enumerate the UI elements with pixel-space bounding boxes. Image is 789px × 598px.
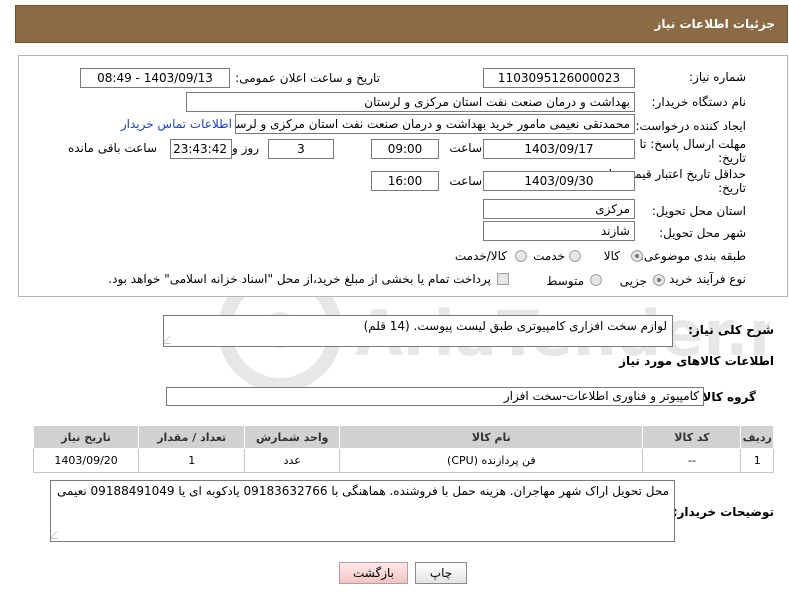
remaining-time-field[interactable]: 23:43:42 xyxy=(170,139,232,159)
resize-grip-icon[interactable] xyxy=(162,336,178,344)
goods-group-label: گروه کالا: xyxy=(697,390,756,404)
goods-table-header: ردیف کد کالا نام کالا واحد شمارش تعداد /… xyxy=(32,425,774,449)
page-title: جزئیات اطلاعات نیاز xyxy=(654,17,775,31)
creator-label: ایجاد کننده درخواست: xyxy=(635,119,746,133)
cell-date: 1403/09/20 xyxy=(32,448,140,473)
payment-checkbox[interactable] xyxy=(497,273,509,285)
announce-field[interactable]: 1403/09/13 - 08:49 xyxy=(80,68,230,88)
goods-table: ردیف کد کالا نام کالا واحد شمارش تعداد /… xyxy=(32,425,774,473)
remaining-label: ساعت باقی مانده xyxy=(67,141,157,155)
description-text: لوازم سخت افزاری کامپیوتری طبق لیست پیوس… xyxy=(363,319,667,333)
category-option-goods: کالا xyxy=(603,249,620,263)
process-radio-medium[interactable] xyxy=(590,274,602,286)
back-button[interactable]: بازگشت xyxy=(339,562,408,584)
col-qty: تعداد / مقدار xyxy=(138,425,246,449)
description-label: شرح کلی نیاز: xyxy=(688,323,774,337)
deadline-time-label: ساعت xyxy=(449,141,482,155)
validity-label-date: تاریخ: xyxy=(718,181,746,195)
category-radio-goods-service[interactable] xyxy=(515,250,527,262)
validity-date-field[interactable]: 1403/09/30 xyxy=(483,171,635,191)
payment-note: پرداخت تمام یا بخشی از مبلغ خرید،از محل … xyxy=(108,272,491,286)
category-label: طبقه بندی موضوعی: xyxy=(639,249,746,263)
col-date: تاریخ نیاز xyxy=(32,425,140,449)
announce-label: تاریخ و ساعت اعلان عمومی: xyxy=(235,71,380,85)
deadline-label: مهلت ارسال پاسخ: تا xyxy=(639,137,746,151)
category-radio-goods[interactable] xyxy=(631,250,643,262)
category-option-goods-service: کالا/خدمت xyxy=(454,249,507,263)
city-field[interactable]: شازند xyxy=(483,221,635,241)
buyer-notes-text: محل تحویل اراک شهر مهاجران. هزینه حمل با… xyxy=(57,484,669,498)
col-row: ردیف xyxy=(740,425,774,449)
city-label: شهر محل تحویل: xyxy=(659,226,746,240)
province-label: استان محل تحویل: xyxy=(651,204,746,218)
buyer-org-field[interactable]: بهداشت و درمان صنعت نفت استان مرکزی و لر… xyxy=(186,92,635,112)
contact-buyer-link[interactable]: اطلاعات تماس خریدار xyxy=(121,117,232,131)
creator-field[interactable]: محمدتقی نعیمی مامور خرید بهداشت و درمان … xyxy=(235,114,635,134)
process-radio-minor[interactable] xyxy=(653,274,665,286)
resize-grip-icon[interactable] xyxy=(49,531,65,539)
col-code: کد کالا xyxy=(642,425,742,449)
days-field[interactable]: 3 xyxy=(268,139,334,159)
process-option-minor: جزیی xyxy=(619,274,647,288)
deadline-date-field[interactable]: 1403/09/17 xyxy=(483,139,635,159)
print-button[interactable]: چاپ xyxy=(415,562,467,584)
category-radio-service[interactable] xyxy=(569,250,581,262)
cell-unit: عدد xyxy=(244,448,341,473)
cell-row: 1 xyxy=(740,448,774,473)
description-textarea[interactable]: لوازم سخت افزاری کامپیوتری طبق لیست پیوس… xyxy=(162,315,673,347)
process-label: نوع فرآیند خرید : xyxy=(661,272,746,286)
buyer-notes-label: توضیحات خریدار: xyxy=(672,505,774,519)
need-number-field[interactable]: 1103095126000023 xyxy=(483,68,635,88)
cell-code: -- xyxy=(642,448,742,473)
goods-group-field[interactable]: کامپیوتر و فناوری اطلاعات-سخت افزار xyxy=(166,387,704,406)
col-unit: واحد شمارش xyxy=(244,425,341,449)
process-option-medium: متوسط xyxy=(546,274,584,288)
validity-time-field[interactable]: 16:00 xyxy=(371,171,439,191)
buyer-org-label: نام دستگاه خریدار: xyxy=(651,95,747,109)
buyer-notes-textarea[interactable]: محل تحویل اراک شهر مهاجران. هزینه حمل با… xyxy=(49,480,675,542)
table-row[interactable]: 1 -- فن پردازنده (CPU) عدد 1 1403/09/20 xyxy=(32,448,774,473)
days-label: روز و xyxy=(232,141,259,155)
cell-name: فن پردازنده (CPU) xyxy=(339,448,644,473)
category-option-service: خدمت xyxy=(533,249,565,263)
validity-time-label: ساعت xyxy=(449,174,482,188)
deadline-label-date: تاریخ: xyxy=(718,151,746,165)
col-name: نام کالا xyxy=(339,425,644,449)
page-header: جزئیات اطلاعات نیاز xyxy=(15,5,788,43)
need-number-label: شماره نیاز: xyxy=(689,70,746,84)
province-field[interactable]: مرکزی xyxy=(483,199,635,219)
goods-section-title: اطلاعات کالاهای مورد نیاز xyxy=(619,354,774,368)
deadline-time-field[interactable]: 09:00 xyxy=(371,139,439,159)
cell-qty: 1 xyxy=(138,448,246,473)
